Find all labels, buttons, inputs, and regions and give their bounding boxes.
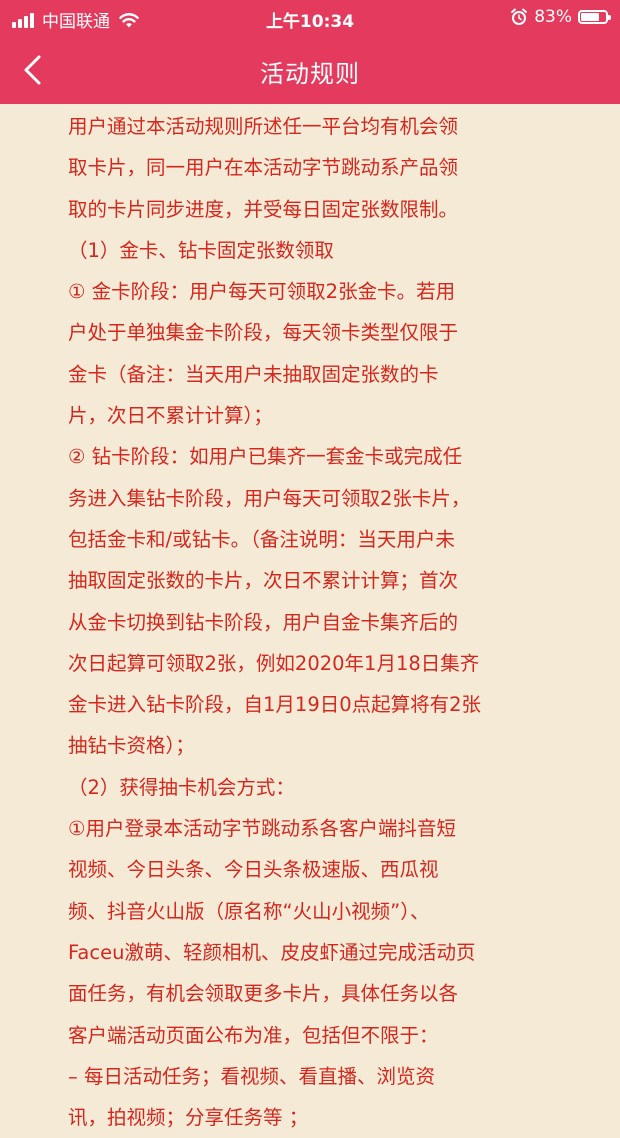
battery-icon bbox=[578, 10, 611, 24]
rules-line: ①用户登录本活动字节跳动系各客户端抖音短 bbox=[68, 817, 456, 841]
battery-cap bbox=[608, 15, 611, 20]
status-right: 83% bbox=[510, 7, 611, 27]
rules-line: 视频、今日头条、今日头条极速版、西瓜视 bbox=[68, 858, 439, 882]
battery-fill bbox=[581, 13, 600, 21]
rules-line: 金卡进入钻卡阶段，自1月19日0点起算将有2张 bbox=[68, 693, 482, 717]
rules-line: 客户端活动页面公布为准，包括但不限于： bbox=[68, 1023, 439, 1047]
rules-line: 取的卡片同步进度，并受每日固定张数限制。 bbox=[68, 197, 459, 221]
rules-line: 务进入集钻卡阶段，用户每天可领取2张卡片， bbox=[68, 486, 471, 510]
rules-line: 金卡（备注：当天用户未抽取固定张数的卡 bbox=[68, 362, 439, 386]
status-bar: 中国联通 上午10:34 83% bbox=[0, 0, 620, 36]
rules-line: 户处于单独集金卡阶段，每天领卡类型仅限于 bbox=[68, 321, 459, 345]
rules-line: 片，次日不累计计算）； bbox=[68, 404, 273, 428]
rules-line: 包括金卡和/或钻卡。（备注说明：当天用户未 bbox=[68, 527, 455, 551]
rules-line: 抽钻卡资格）； bbox=[68, 734, 195, 758]
rules-line: 频、抖音火山版（原名称“火山小视频”）、 bbox=[68, 899, 430, 923]
rules-line: ① 金卡阶段：用户每天可领取2张金卡。若用 bbox=[68, 280, 456, 304]
nav-bar: 活动规则 bbox=[0, 36, 620, 104]
rules-line: 取卡片，同一用户在本活动字节跳动系产品领 bbox=[68, 156, 459, 180]
rules-section-heading: （1）金卡、钻卡固定张数领取 bbox=[68, 238, 334, 262]
rules-line: ② 钻卡阶段：如用户已集齐一套金卡或完成任 bbox=[68, 445, 463, 469]
rules-line: 抽取固定张数的卡片，次日不累计计算；首次 bbox=[68, 569, 459, 593]
rules-section-heading: （2）获得抽卡机会方式： bbox=[68, 775, 295, 799]
rules-line: 面任务，有机会领取更多卡片，具体任务以各 bbox=[68, 982, 459, 1006]
rules-line: 次日起算可领取2张，例如2020年1月18日集齐 bbox=[68, 651, 480, 675]
rules-content: 用户通过本活动规则所述任一平台均有机会领 取卡片，同一用户在本活动字节跳动系产品… bbox=[68, 106, 568, 1138]
rules-line: 讯，拍视频；分享任务等 ； bbox=[68, 1106, 309, 1130]
page-title: 活动规则 bbox=[260, 60, 360, 88]
rules-line: 从金卡切换到钻卡阶段，用户自金卡集齐后的 bbox=[68, 610, 459, 634]
rules-line: Faceu激萌、轻颜相机、皮皮虾通过完成活动页 bbox=[68, 940, 476, 964]
battery-percent: 83% bbox=[534, 7, 572, 27]
alarm-icon bbox=[511, 8, 528, 25]
rules-line: 用户通过本活动规则所述任一平台均有机会领 bbox=[68, 115, 459, 138]
rules-line: – 每日活动任务；看视频、看直播、浏览资 bbox=[68, 1064, 435, 1088]
